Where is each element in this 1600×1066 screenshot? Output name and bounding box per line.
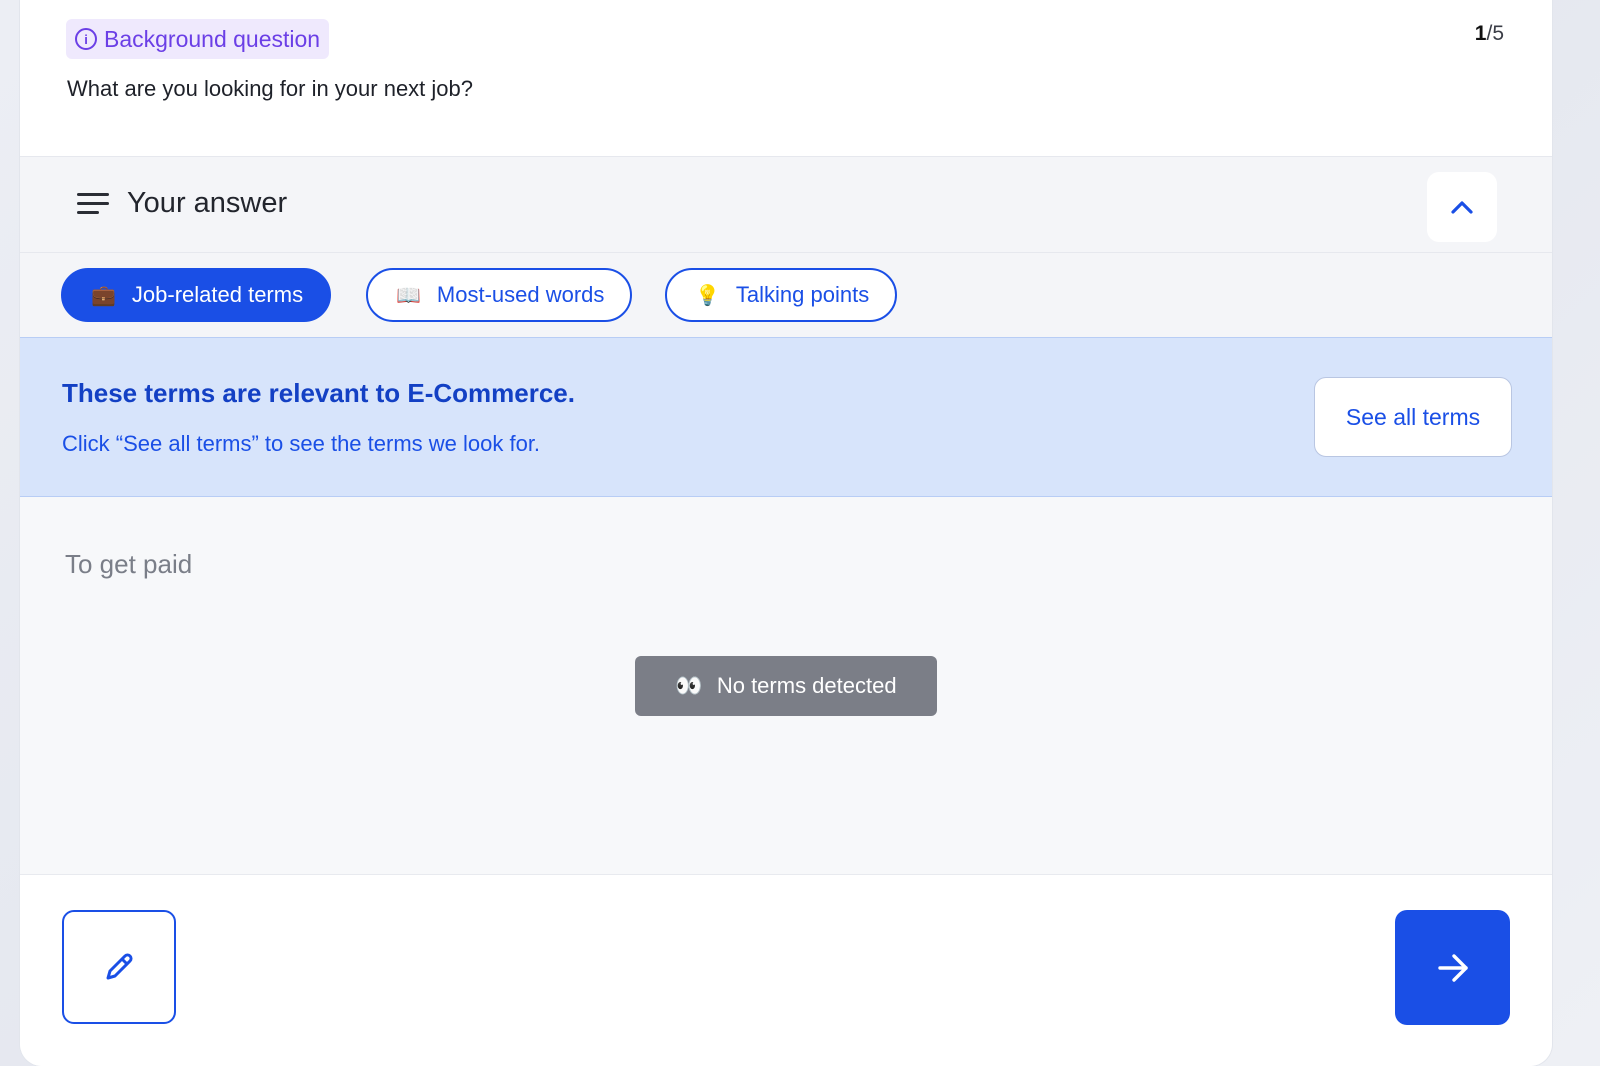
- lightbulb-icon: 💡: [695, 284, 720, 307]
- tab-label: Job-related terms: [131, 282, 304, 307]
- tab-job-related-terms[interactable]: 💼 Job-related terms: [61, 268, 332, 322]
- interview-card: i Background question 1/5 What are you l…: [20, 0, 1552, 1066]
- chevron-up-icon: [1451, 201, 1473, 214]
- analysis-tabs: 💼 Job-related terms 📖 Most-used words 💡 …: [20, 253, 1552, 337]
- pencil-icon: [106, 953, 133, 980]
- counter-current: 1: [1474, 22, 1487, 45]
- briefcase-icon: 💼: [91, 284, 116, 307]
- terms-info-banner: These terms are relevant to E-Commerce. …: [20, 337, 1552, 497]
- answer-text: To get paid: [65, 549, 193, 579]
- arrow-right-icon: [1437, 953, 1468, 982]
- question-counter: 1/5: [1475, 22, 1504, 46]
- eyes-icon: 👀: [675, 673, 703, 698]
- tab-label: Most-used words: [436, 282, 605, 307]
- counter-total: 5: [1492, 22, 1504, 45]
- tab-talking-points[interactable]: 💡 Talking points: [665, 268, 898, 322]
- info-icon: i: [75, 28, 97, 50]
- menu-lines-icon: [77, 193, 109, 217]
- banner-title: These terms are relevant to E-Commerce.: [62, 378, 575, 408]
- question-header: i Background question 1/5 What are you l…: [20, 0, 1552, 156]
- answer-body: To get paid 👀 No terms detected: [20, 497, 1552, 874]
- edit-answer-button[interactable]: [62, 910, 176, 1024]
- question-tag-label: Background question: [104, 25, 321, 52]
- banner-subtitle: Click “See all terms” to see the terms w…: [62, 431, 541, 456]
- see-all-terms-button[interactable]: See all terms: [1314, 377, 1512, 457]
- answer-panel-header: Your answer: [20, 156, 1552, 253]
- book-icon: 📖: [396, 284, 421, 307]
- no-terms-status: 👀 No terms detected: [635, 656, 937, 716]
- card-footer: [20, 874, 1552, 1066]
- tab-most-used-words[interactable]: 📖 Most-used words: [366, 268, 633, 322]
- question-text: What are you looking for in your next jo…: [67, 76, 474, 101]
- background-question-tag: i Background question: [66, 19, 330, 59]
- status-label: No terms detected: [716, 673, 897, 698]
- tab-label: Talking points: [735, 282, 870, 307]
- next-question-button[interactable]: [1395, 910, 1510, 1025]
- collapse-answer-button[interactable]: [1427, 172, 1497, 242]
- answer-panel-title: Your answer: [127, 187, 288, 219]
